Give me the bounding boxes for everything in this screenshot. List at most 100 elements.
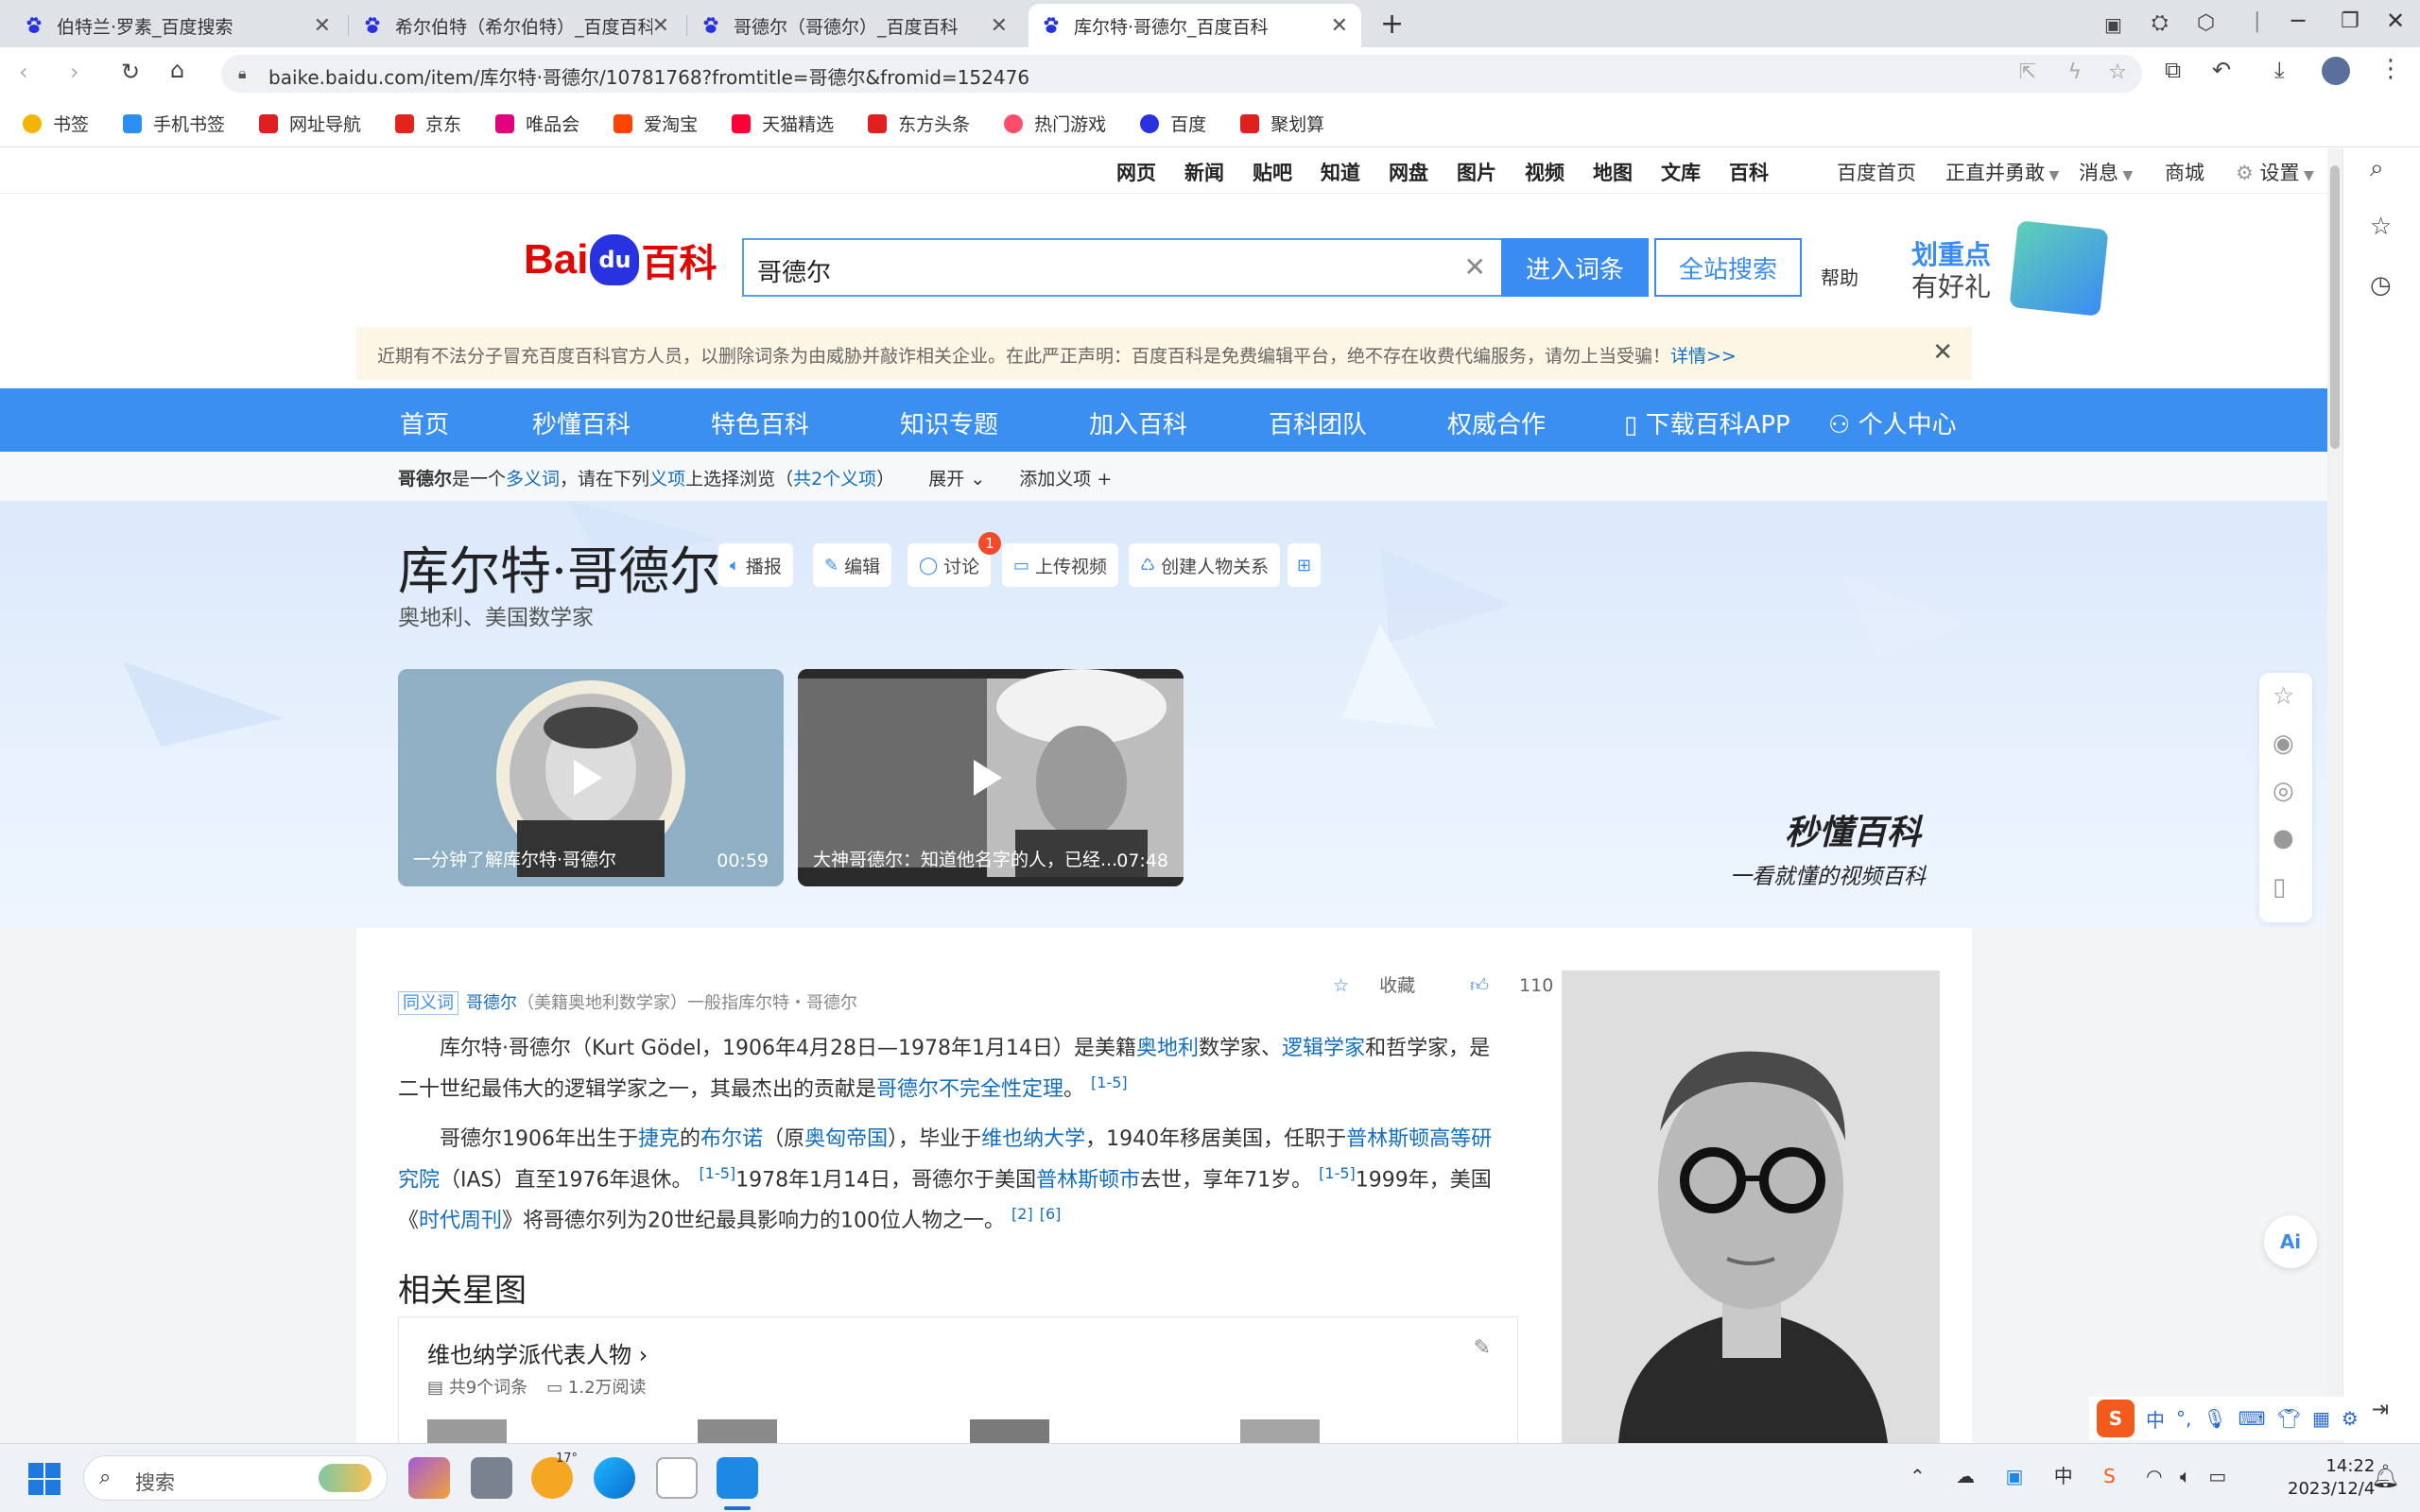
related-card-title[interactable]: 维也纳学派代表人物 › (427, 1336, 648, 1369)
cloud-icon[interactable]: ☁ (1956, 1465, 1975, 1487)
link-incompleteness[interactable]: 哥德尔不完全性定理 (876, 1077, 1063, 1101)
discuss-button[interactable]: ◯ 讨论 (908, 543, 992, 587)
ime-grid-icon[interactable]: ▦ (2312, 1407, 2330, 1430)
download-icon[interactable]: ⤓ (2274, 57, 2285, 83)
reload-icon[interactable]: ↻ (121, 59, 140, 85)
clear-icon[interactable]: ✕ (1464, 251, 1486, 283)
app-notepad-icon[interactable] (656, 1457, 698, 1499)
tab-search-icon[interactable]: ▣ (2104, 13, 2122, 36)
bookmark-item[interactable]: 百度 (1140, 111, 1206, 136)
collect-button[interactable]: ☆ 收藏 (1333, 975, 1440, 996)
close-tab-icon[interactable]: ✕ (314, 14, 331, 38)
nav-link-pan[interactable]: 网盘 (1389, 158, 1428, 186)
ai-assistant-button[interactable]: Ai (2264, 1215, 2317, 1268)
share-icon[interactable]: ⇱ (2019, 60, 2036, 84)
menu-icon[interactable]: ⋮ (2378, 55, 2403, 83)
site-search-button[interactable]: 全站搜索 (1654, 238, 1802, 297)
windows-start-icon[interactable] (28, 1463, 60, 1495)
ref-link[interactable]: [1-5] (700, 1164, 736, 1182)
minimize-icon[interactable]: ─ (2291, 8, 2305, 34)
expand-button[interactable]: 展开 ⌄ (928, 469, 985, 490)
link-time[interactable]: 时代周刊 (419, 1210, 502, 1233)
bookmark-item[interactable]: 热门游戏 (1004, 111, 1106, 136)
baidu-tray-icon[interactable]: ▣ (2005, 1465, 2023, 1487)
related-person-thumb[interactable] (970, 1419, 1049, 1444)
baidu-home-link[interactable]: 百度首页 (1837, 158, 1916, 186)
nav-home[interactable]: 首页 (400, 405, 449, 440)
link-vienna-univ[interactable]: 维也纳大学 (981, 1127, 1085, 1151)
qq-icon[interactable]: ● (2273, 824, 2294, 852)
nav-cooperation[interactable]: 权威合作 (1447, 405, 1546, 440)
synonym-link[interactable]: 哥德尔 (466, 993, 517, 1013)
search-icon[interactable]: ⌕ (2370, 154, 2384, 183)
link-brno[interactable]: 布尔诺 (700, 1127, 763, 1151)
app-taskview-icon[interactable] (471, 1457, 512, 1499)
battery-icon[interactable]: ▭ (2208, 1465, 2226, 1487)
puzzle-icon[interactable]: ⧉ (2165, 57, 2181, 83)
nav-featured[interactable]: 特色百科 (711, 405, 809, 440)
tab-russell[interactable]: 伯特兰·罗素_百度搜索 ✕ (11, 4, 344, 47)
play-icon[interactable] (974, 760, 1002, 796)
profile-avatar[interactable] (2322, 57, 2350, 85)
help-link[interactable]: 帮助 (1821, 263, 1858, 290)
new-tab-icon[interactable]: + (1380, 8, 1404, 41)
notification-icon[interactable]: 🔔︎ (2371, 1463, 2399, 1489)
ref-link[interactable]: [6] (1040, 1205, 1062, 1223)
tab-godel-poly[interactable]: 哥德尔（哥德尔）_百度百科 ✕ (688, 4, 1021, 47)
punctuation-icon[interactable]: °, (2176, 1407, 2191, 1430)
nav-miaodong[interactable]: 秒懂百科 (532, 405, 631, 440)
address-bar[interactable]: 🔒︎ baike.baidu.com/item/库尔特·哥德尔/10781768… (221, 55, 2142, 93)
mall-link[interactable]: 商城 (2165, 158, 2204, 186)
bookmark-item[interactable]: 唯品会 (495, 111, 579, 136)
edit-pencil-icon[interactable]: ✎ (1474, 1336, 1491, 1360)
mobile-icon[interactable]: ▯ (2273, 873, 2286, 902)
messages-menu[interactable]: 消息 ▼ (2079, 158, 2133, 186)
add-sense-button[interactable]: 添加义项 + (1019, 469, 1112, 490)
polysemy-link[interactable]: 多义词 (506, 469, 560, 490)
bookmark-item[interactable]: 书签 (23, 111, 89, 136)
link-princeton[interactable]: 普林斯顿市 (1036, 1168, 1140, 1192)
close-tab-icon[interactable]: ✕ (652, 14, 669, 38)
bookmark-item[interactable]: 京东 (395, 111, 461, 136)
enter-entry-button[interactable]: 进入词条 (1501, 238, 1649, 297)
ime-lang[interactable]: 中 (2146, 1405, 2165, 1433)
close-tab-icon[interactable]: ✕ (1331, 14, 1348, 38)
chevron-up-icon[interactable]: ⌃ (1910, 1465, 1926, 1487)
tab-hilbert[interactable]: 希尔伯特（希尔伯特）_百度百科 ✕ (350, 4, 683, 47)
wifi-icon[interactable]: ◠ (2146, 1465, 2162, 1487)
volume-icon[interactable]: 🔈︎ (2180, 1465, 2191, 1487)
link-czech[interactable]: 捷克 (638, 1127, 680, 1151)
app-weather-icon[interactable]: 17° (531, 1452, 578, 1499)
link-austria-hungary[interactable]: 奥匈帝国 (804, 1127, 888, 1151)
related-card[interactable]: 维也纳学派代表人物 › ▤ 共9个词条 ▭ 1.2万阅读 ✎ (398, 1316, 1518, 1444)
ref-link[interactable]: [1-5] (1091, 1074, 1128, 1091)
close-tab-icon[interactable]: ✕ (991, 14, 1008, 38)
system-clock[interactable]: 14:22 2023/12/4 (2288, 1455, 2375, 1501)
nav-link-tieba[interactable]: 贴吧 (1253, 158, 1292, 186)
incognito-icon[interactable]: ⛭ (2152, 11, 2169, 35)
forward-icon[interactable]: › (70, 59, 79, 85)
weibo-icon[interactable]: ◉ (2273, 730, 2294, 758)
bookmark-item[interactable]: 聚划算 (1240, 111, 1324, 136)
star-icon[interactable]: ☆ (2370, 213, 2392, 241)
nav-team[interactable]: 百科团队 (1269, 405, 1367, 440)
create-relation-button[interactable]: ♺ 创建人物关系 (1129, 543, 1281, 587)
related-person-thumb[interactable] (427, 1419, 507, 1444)
sense-link[interactable]: 义项 (649, 469, 685, 490)
sense-count-link[interactable]: 共2个义项 (793, 469, 876, 490)
upload-video-button[interactable]: ▭ 上传视频 (1002, 543, 1119, 587)
nav-link-baike[interactable]: 百科 (1729, 158, 1769, 186)
nav-link-wenku[interactable]: 文库 (1661, 158, 1701, 186)
video-card[interactable]: 一分钟了解库尔特·哥德尔 00:59 (398, 669, 784, 886)
add-button[interactable]: ⊞ (1288, 543, 1322, 587)
nav-link-video[interactable]: 视频 (1525, 158, 1564, 186)
nav-user-center[interactable]: ⚇ 个人中心 (1828, 405, 1957, 440)
baike-logo[interactable]: Bai du 百科 (524, 227, 717, 293)
microphone-icon[interactable]: 🎙︎ (2203, 1407, 2226, 1430)
lightning-icon[interactable]: ϟ (2067, 60, 2082, 84)
nav-link-zhidao[interactable]: 知道 (1321, 158, 1360, 186)
nav-topics[interactable]: 知识专题 (900, 405, 998, 440)
nav-link-news[interactable]: 新闻 (1184, 158, 1224, 186)
sogou-icon[interactable]: S (2097, 1400, 2135, 1437)
edit-button[interactable]: ✎ 编辑 (813, 543, 892, 587)
